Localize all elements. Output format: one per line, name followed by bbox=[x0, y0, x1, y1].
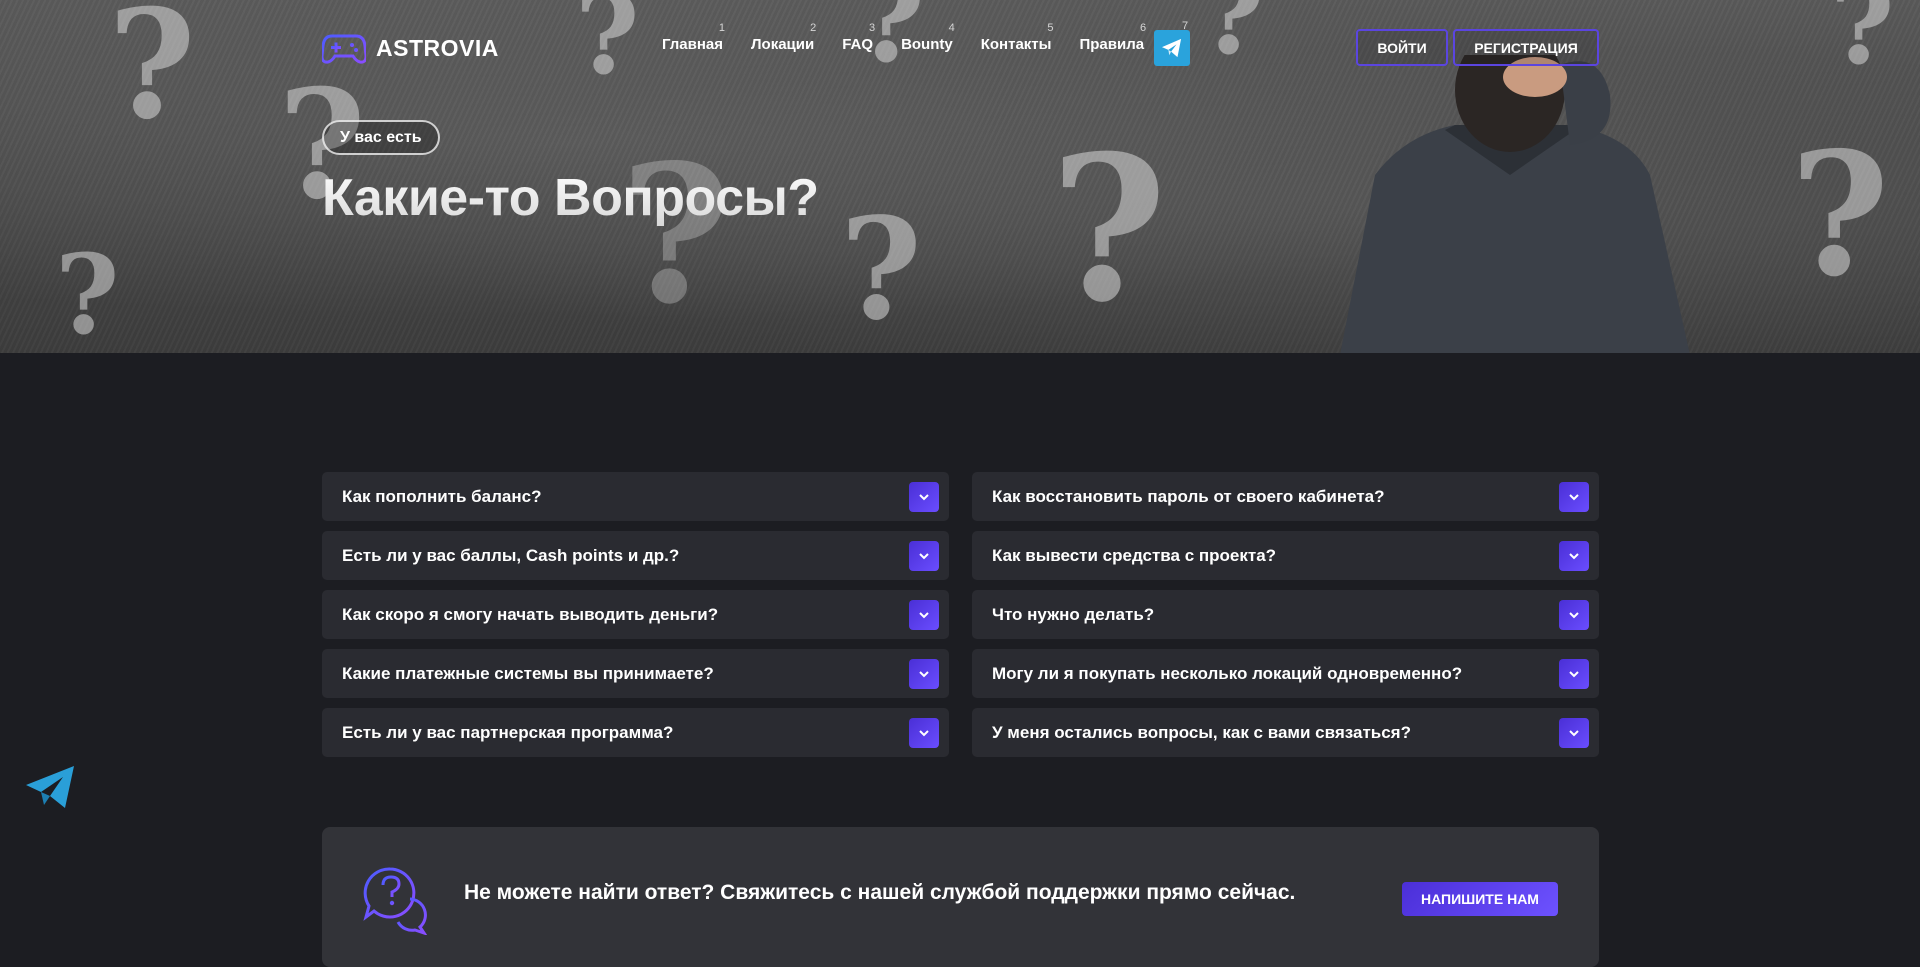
faq-item[interactable]: Могу ли я покупать несколько локаций одн… bbox=[972, 649, 1599, 698]
gamepad-icon bbox=[322, 34, 366, 64]
chevron-down-icon bbox=[1569, 729, 1579, 736]
page-title: Какие-то Вопросы? bbox=[322, 169, 819, 227]
chevron-down-icon bbox=[1569, 493, 1579, 500]
chevron-down-icon bbox=[919, 552, 929, 559]
support-text: Не можете найти ответ? Свяжитесь с нашей… bbox=[464, 881, 1296, 904]
question-mark-decoration: ? bbox=[55, 230, 120, 353]
nav-item-number: 2 bbox=[810, 22, 817, 34]
brand-name: ASTROVIA bbox=[376, 34, 499, 61]
faq-item[interactable]: Как вывести средства с проекта? bbox=[972, 531, 1599, 580]
hero-pill: У вас есть bbox=[322, 120, 440, 155]
question-mark-decoration: ? bbox=[1830, 0, 1895, 89]
question-mark-decoration: ? bbox=[1200, 0, 1265, 79]
faq-question: У меня остались вопросы, как с вами связ… bbox=[992, 722, 1411, 742]
chevron-down-icon bbox=[919, 611, 929, 618]
nav-item-number: 4 bbox=[948, 22, 955, 34]
faq-item[interactable]: У меня остались вопросы, как с вами связ… bbox=[972, 708, 1599, 757]
faq-toggle-button[interactable] bbox=[1559, 481, 1589, 512]
chevron-down-icon bbox=[919, 729, 929, 736]
question-mark-decoration: ? bbox=[575, 0, 640, 99]
thinking-man-image bbox=[1340, 55, 1690, 353]
faq-item[interactable]: Как скоро я смогу начать выводить деньги… bbox=[322, 590, 949, 639]
telegram-button[interactable] bbox=[1154, 30, 1190, 66]
register-button[interactable]: РЕГИСТРАЦИЯ bbox=[1453, 29, 1599, 66]
nav-item-faq[interactable]: 3 FAQ bbox=[842, 22, 876, 54]
nav-item-home[interactable]: 1 Главная bbox=[662, 22, 726, 54]
chevron-down-icon bbox=[919, 493, 929, 500]
faq-toggle-button[interactable] bbox=[1559, 717, 1589, 748]
faq-column-left: Как пополнить баланс? Есть ли у вас балл… bbox=[322, 472, 949, 767]
faq-item[interactable]: Есть ли у вас партнерская программа? bbox=[322, 708, 949, 757]
faq-question: Есть ли у вас баллы, Cash points и др.? bbox=[342, 545, 680, 565]
question-mark-decoration: ? bbox=[108, 0, 196, 153]
nav-item-label: Контакты bbox=[980, 36, 1052, 53]
chevron-down-icon bbox=[1569, 611, 1579, 618]
faq-toggle-button[interactable] bbox=[1559, 599, 1589, 630]
nav-item-number: 5 bbox=[1047, 22, 1054, 34]
faq-item[interactable]: Что нужно делать? bbox=[972, 590, 1599, 639]
faq-item[interactable]: Есть ли у вас баллы, Cash points и др.? bbox=[322, 531, 949, 580]
faq-question: Как вывести средства с проекта? bbox=[992, 545, 1277, 565]
question-mark-decoration: ? bbox=[840, 188, 923, 352]
faq-toggle-button[interactable] bbox=[909, 717, 939, 748]
nav-item-contacts[interactable]: 5 Контакты bbox=[980, 22, 1054, 54]
nav-item-label: Правила bbox=[1079, 36, 1145, 53]
write-us-button[interactable]: НАПИШИТЕ НАМ bbox=[1402, 882, 1558, 916]
faq-toggle-button[interactable] bbox=[1559, 658, 1589, 689]
faq-toggle-button[interactable] bbox=[909, 481, 939, 512]
support-banner: Не можете найти ответ? Свяжитесь с нашей… bbox=[322, 827, 1599, 967]
faq-item[interactable]: Как пополнить баланс? bbox=[322, 472, 949, 521]
telegram-plane-icon bbox=[1162, 38, 1182, 58]
faq-question: Как скоро я смогу начать выводить деньги… bbox=[342, 604, 719, 624]
nav-item-rules[interactable]: 6 Правила bbox=[1079, 22, 1147, 54]
faq-question: Есть ли у вас партнерская программа? bbox=[342, 722, 674, 742]
chevron-down-icon bbox=[1569, 670, 1579, 677]
brand-logo[interactable]: ASTROVIA bbox=[322, 32, 499, 64]
nav-item-bounty[interactable]: 4 Bounty bbox=[901, 22, 955, 54]
faq-question: Как восстановить пароль от своего кабине… bbox=[992, 486, 1385, 506]
faq-item[interactable]: Как восстановить пароль от своего кабине… bbox=[972, 472, 1599, 521]
faq-toggle-button[interactable] bbox=[909, 599, 939, 630]
nav-item-number: 3 bbox=[868, 22, 876, 34]
faq-question: Как пополнить баланс? bbox=[342, 486, 542, 506]
chevron-down-icon bbox=[919, 670, 929, 677]
faq-toggle-button[interactable] bbox=[1559, 540, 1589, 571]
faq-toggle-button[interactable] bbox=[909, 658, 939, 689]
faq-question: Какие платежные системы вы принимаете? bbox=[342, 663, 714, 683]
telegram-float-icon[interactable] bbox=[24, 763, 76, 811]
main-navigation: 1 Главная 2 Локации 3 FAQ 4 Bounty 5 Кон… bbox=[662, 22, 1147, 54]
question-mark-decoration: ? bbox=[1050, 112, 1168, 347]
nav-item-label: FAQ bbox=[842, 36, 874, 53]
chevron-down-icon bbox=[1569, 552, 1579, 559]
faq-question: Могу ли я покупать несколько локаций одн… bbox=[992, 663, 1463, 683]
faq-item[interactable]: Какие платежные системы вы принимаете? bbox=[322, 649, 949, 698]
nav-item-locations[interactable]: 2 Локации bbox=[751, 22, 817, 54]
faq-question: Что нужно делать? bbox=[992, 604, 1155, 624]
nav-item-label: Локации bbox=[751, 36, 815, 53]
faq-column-right: Как восстановить пароль от своего кабине… bbox=[972, 472, 1599, 767]
nav-item-number: 1 bbox=[718, 22, 726, 34]
faq-toggle-button[interactable] bbox=[909, 540, 939, 571]
login-button[interactable]: ВОЙТИ bbox=[1356, 29, 1448, 66]
question-mark-decoration: ? bbox=[1790, 115, 1890, 315]
nav-item-label: Главная bbox=[662, 36, 724, 53]
nav-item-label: Bounty bbox=[901, 36, 953, 53]
nav-item-number: 6 bbox=[1139, 22, 1147, 34]
